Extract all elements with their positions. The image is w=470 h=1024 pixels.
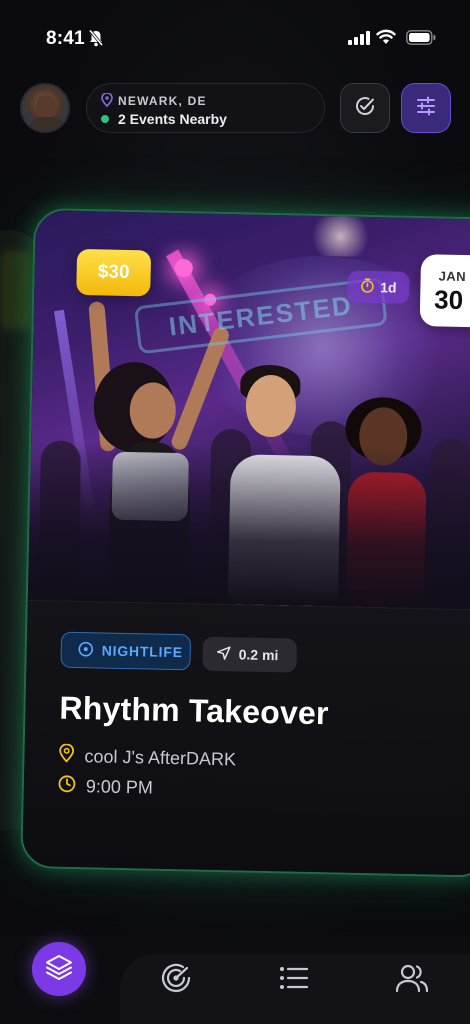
event-title: Rhythm Takeover <box>59 689 330 732</box>
location-city: NEWARK, DE <box>118 94 207 108</box>
wifi-icon <box>376 29 396 50</box>
status-bar: 8:41 <box>0 0 470 70</box>
category-label: NIGHTLIFE <box>101 642 183 661</box>
photo-chandelier <box>305 215 376 258</box>
event-photo: INTERESTED $30 1d JAN 30 <box>27 210 470 610</box>
nav-people-button[interactable] <box>392 960 432 1000</box>
category-chip[interactable]: NIGHTLIFE <box>60 631 192 671</box>
clock-icon <box>58 775 76 798</box>
time-row: 9:00 PM <box>58 775 154 800</box>
radar-icon <box>159 961 193 1000</box>
battery-icon <box>406 30 436 50</box>
nearby-count: 2 Events Nearby <box>118 111 227 127</box>
interested-filter-button[interactable] <box>340 83 390 133</box>
photo-fade <box>27 439 470 610</box>
category-icon <box>78 641 94 660</box>
date-day: 30 <box>433 284 464 316</box>
check-circle-icon <box>353 94 377 123</box>
status-dot <box>101 115 109 123</box>
nav-list-button[interactable] <box>274 960 314 1000</box>
screen: 8:41 NEWARK, DE 2 Events Nearby INTEREST… <box>0 0 470 1024</box>
sliders-icon <box>414 94 438 123</box>
map-pin-icon <box>101 92 113 112</box>
price-badge: $30 <box>76 248 152 297</box>
status-time: 8:41 <box>46 28 85 49</box>
location-pin-icon <box>58 743 75 768</box>
avatar[interactable] <box>20 83 70 133</box>
photo-dancer <box>129 382 177 440</box>
countdown-badge: 1d <box>347 270 410 304</box>
nav-radar-button[interactable] <box>156 960 196 1000</box>
signal-icon <box>348 31 370 50</box>
bell-slash-icon <box>88 29 104 52</box>
people-icon <box>395 962 429 999</box>
bottom-nav <box>0 936 470 1024</box>
event-card[interactable]: INTERESTED $30 1d JAN 30 NIGHTLIFE 0.2 m… <box>20 208 470 878</box>
countdown-text: 1d <box>380 279 397 296</box>
avatar-face <box>36 95 56 119</box>
nav-feed-button[interactable] <box>32 942 86 996</box>
stopwatch-icon <box>360 278 374 296</box>
date-month: JAN <box>438 268 467 285</box>
date-badge: JAN 30 <box>419 254 470 328</box>
previous-card-badge <box>0 250 32 330</box>
layers-icon <box>44 952 74 987</box>
filters-button[interactable] <box>401 83 451 133</box>
list-icon <box>278 964 310 997</box>
event-time: 9:00 PM <box>85 776 154 798</box>
navigation-arrow-icon <box>217 645 231 662</box>
avatar-shirt <box>28 117 66 131</box>
location-pill[interactable]: NEWARK, DE 2 Events Nearby <box>86 83 325 133</box>
distance-label: 0.2 mi <box>238 646 279 664</box>
event-info: NIGHTLIFE 0.2 mi Rhythm Takeover cool J'… <box>22 599 470 878</box>
venue-row: cool J's AfterDARK <box>58 743 237 772</box>
distance-chip: 0.2 mi <box>202 636 298 673</box>
venue-name: cool J's AfterDARK <box>84 745 237 769</box>
